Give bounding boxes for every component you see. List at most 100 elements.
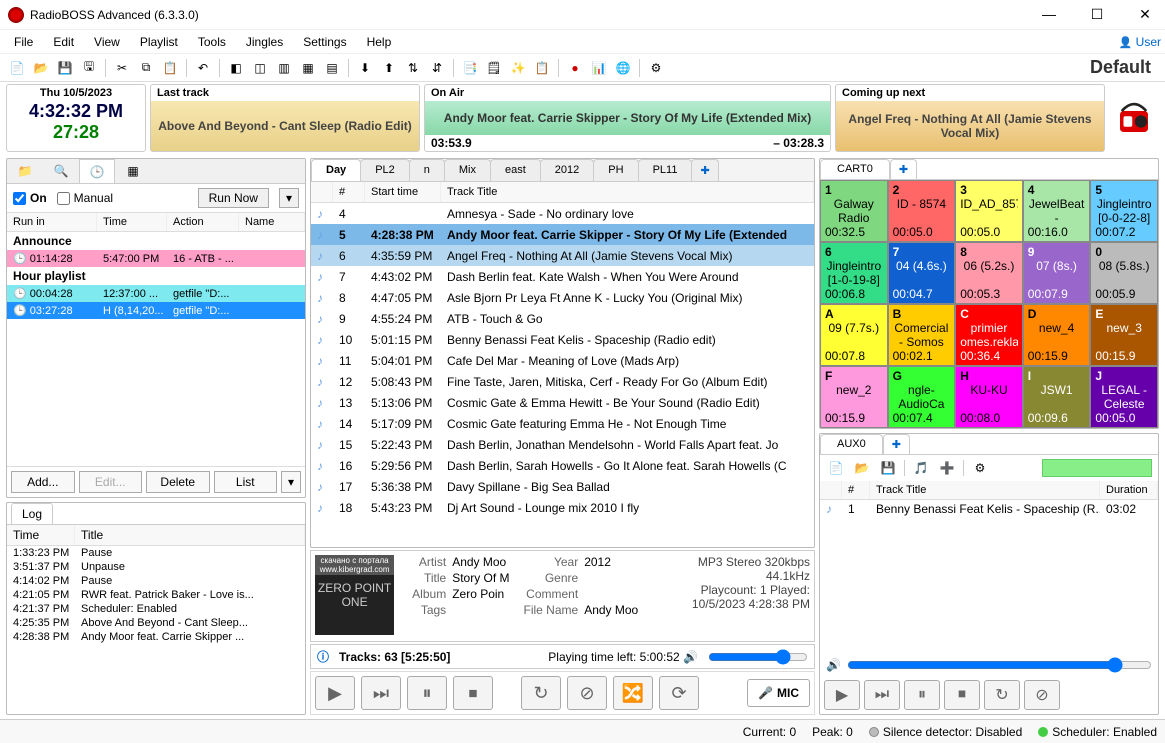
cut-icon[interactable]: ✂ [111, 57, 133, 79]
aux-stop-button[interactable]: ⏹ [944, 680, 980, 710]
record-icon[interactable]: ● [564, 57, 586, 79]
menu-settings[interactable]: Settings [293, 33, 356, 51]
maximize-button[interactable]: ☐ [1085, 6, 1109, 23]
playlist-row[interactable]: ♪135:13:06 PMCosmic Gate & Emma Hewitt -… [311, 392, 814, 413]
menu-view[interactable]: View [84, 33, 130, 51]
cart-cell[interactable]: HKU-KU00:08.0 [955, 366, 1023, 428]
copy-icon[interactable]: ⧉ [135, 57, 157, 79]
saveas-icon[interactable]: 🖫 [78, 57, 100, 79]
cart-tab-add[interactable]: ✚ [890, 159, 917, 179]
playlist-tab-add[interactable]: ✚ [691, 159, 718, 181]
cart-cell[interactable]: BComercial - Somos Mas Radio00:02.1 [888, 304, 956, 366]
tool4-icon[interactable]: ⇵ [426, 57, 448, 79]
wand-icon[interactable]: ✨ [507, 57, 529, 79]
cart-cell[interactable]: 907 (8s.)00:07.9 [1023, 242, 1091, 304]
aux-new-icon[interactable]: 📄 [826, 458, 846, 478]
playlist-row[interactable]: ♪145:17:09 PMCosmic Gate featuring Emma … [311, 413, 814, 434]
layout1-icon[interactable]: ◧ [225, 57, 247, 79]
menu-jingles[interactable]: Jingles [236, 33, 293, 51]
pause-button[interactable]: ⏸ [407, 676, 447, 710]
tool3-icon[interactable]: ⇅ [402, 57, 424, 79]
aux-play-button[interactable]: ▶ [824, 680, 860, 710]
list-button[interactable]: List [214, 471, 278, 493]
cart-cell[interactable]: A09 (7.7s.)00:07.8 [820, 304, 888, 366]
tool1-icon[interactable]: ⬇ [354, 57, 376, 79]
list-dd-button[interactable]: ▾ [281, 471, 301, 493]
playlist-row[interactable]: ♪115:04:01 PMCafe Del Mar - Meaning of L… [311, 350, 814, 371]
playlist-row[interactable]: ♪155:22:43 PMDash Berlin, Jonathan Mende… [311, 434, 814, 455]
playlist-tab[interactable]: PH [593, 159, 638, 181]
log-row[interactable]: 4:28:38 PMAndy Moor feat. Carrie Skipper… [7, 630, 305, 644]
layout5-icon[interactable]: ▤ [321, 57, 343, 79]
aux-save-icon[interactable]: 💾 [878, 458, 898, 478]
cart-cell[interactable]: 1Galway Radio00:32.5 [820, 180, 888, 242]
run-now-dropdown[interactable]: ▾ [279, 188, 299, 208]
log-tab[interactable]: Log [11, 503, 53, 524]
playlist-tab[interactable]: east [490, 159, 541, 181]
sched-tab-search[interactable]: 🔍 [43, 159, 79, 183]
cart-cell[interactable]: 4JewelBeat - Experiencing House Music00:… [1023, 180, 1091, 242]
playlist-row[interactable]: ♪94:55:24 PMATB - Touch & Go [311, 308, 814, 329]
aux-add-icon[interactable]: ➕ [937, 458, 957, 478]
tool2-icon[interactable]: ⬆ [378, 57, 400, 79]
settings-icon[interactable]: ⚙ [645, 57, 667, 79]
paste-icon[interactable]: 📋 [159, 57, 181, 79]
cart-cell[interactable]: 6Jingleintro [1-0-19-8]00:06.8 [820, 242, 888, 304]
repeat-button[interactable]: ↻ [521, 676, 561, 710]
close-button[interactable]: ✕ [1133, 6, 1157, 23]
layout3-icon[interactable]: ▥ [273, 57, 295, 79]
shuffle-button[interactable]: 🔀 [613, 676, 653, 710]
cart-cell[interactable]: Gngle-AudioCa00:07.4 [888, 366, 956, 428]
playlist-tab[interactable]: Mix [444, 159, 491, 181]
playlist-row[interactable]: ♪105:01:15 PMBenny Benassi Feat Kelis - … [311, 329, 814, 350]
menu-edit[interactable]: Edit [43, 33, 84, 51]
playlist-tab[interactable]: PL2 [360, 159, 410, 181]
sched-tab-grid[interactable]: ▦ [115, 159, 151, 183]
playlist-row[interactable]: ♪165:29:56 PMDash Berlin, Sarah Howells … [311, 455, 814, 476]
sched-row[interactable]: 🕒 01:14:285:47:00 PM16 - ATB - ... [7, 250, 305, 267]
cart-cell[interactable]: Fnew_200:15.9 [820, 366, 888, 428]
log-row[interactable]: 4:14:02 PMPause [7, 574, 305, 588]
sched-tab-folder[interactable]: 📁 [7, 159, 43, 183]
log-row[interactable]: 1:33:23 PMPause [7, 546, 305, 560]
layout2-icon[interactable]: ◫ [249, 57, 271, 79]
menu-file[interactable]: File [4, 33, 43, 51]
minimize-button[interactable]: — [1037, 6, 1061, 23]
aux-noauto-button[interactable]: ⊘ [1024, 680, 1060, 710]
cart-cell[interactable]: Dnew_400:15.9 [1023, 304, 1091, 366]
aux-repeat-button[interactable]: ↻ [984, 680, 1020, 710]
aux-music-icon[interactable]: 🎵 [911, 458, 931, 478]
playlist-row[interactable]: ♪4Amnesya - Sade - No ordinary love [311, 203, 814, 224]
stop-button[interactable]: ⏹ [453, 676, 493, 710]
playlist-row[interactable]: ♪125:08:43 PMFine Taste, Jaren, Mitiska,… [311, 371, 814, 392]
note-icon[interactable]: 🗒 [483, 57, 505, 79]
menu-help[interactable]: Help [357, 33, 402, 51]
edit-button[interactable]: Edit... [79, 471, 143, 493]
cart-cell[interactable]: Cprimier omes.reklama00:36.4 [955, 304, 1023, 366]
cart-cell[interactable]: JLEGAL - Celeste00:05.0 [1090, 366, 1158, 428]
cart-cell[interactable]: 5Jingleintro [0-0-22-8]00:07.2 [1090, 180, 1158, 242]
playlist-tab[interactable]: Day [311, 159, 361, 181]
next-button[interactable]: ⏭ [361, 676, 401, 710]
playlist-row[interactable]: ♪175:36:38 PMDavy Spillane - Big Sea Bal… [311, 476, 814, 497]
playlist-row[interactable]: ♪185:43:23 PMDj Art Sound - Lounge mix 2… [311, 497, 814, 518]
cart-tab[interactable]: CART0 [820, 159, 890, 179]
stats-icon[interactable]: 📊 [588, 57, 610, 79]
cart-cell[interactable]: 3ID_AD_857400:05.0 [955, 180, 1023, 242]
undo-icon[interactable]: ↶ [192, 57, 214, 79]
reload-button[interactable]: ⟳ [659, 676, 699, 710]
cart-cell[interactable]: 806 (5.2s.)00:05.3 [955, 242, 1023, 304]
aux-tab[interactable]: AUX0 [820, 434, 883, 454]
playlist-tab[interactable]: n [409, 159, 445, 181]
cart-cell[interactable]: Enew_300:15.9 [1090, 304, 1158, 366]
delete-button[interactable]: Delete [146, 471, 210, 493]
log-row[interactable]: 4:21:05 PMRWR feat. Patrick Baker - Love… [7, 588, 305, 602]
layout4-icon[interactable]: ▦ [297, 57, 319, 79]
globe-icon[interactable]: 🌐 [612, 57, 634, 79]
playlist-tab[interactable]: PL11 [638, 159, 693, 181]
user-link[interactable]: 👤 User [1119, 35, 1161, 49]
playlist-row[interactable]: ♪74:43:02 PMDash Berlin feat. Kate Walsh… [311, 266, 814, 287]
aux-row[interactable]: ♪1Benny Benassi Feat Kelis - Spaceship (… [820, 500, 1158, 518]
add-button[interactable]: Add... [11, 471, 75, 493]
noauto-button[interactable]: ⊘ [567, 676, 607, 710]
